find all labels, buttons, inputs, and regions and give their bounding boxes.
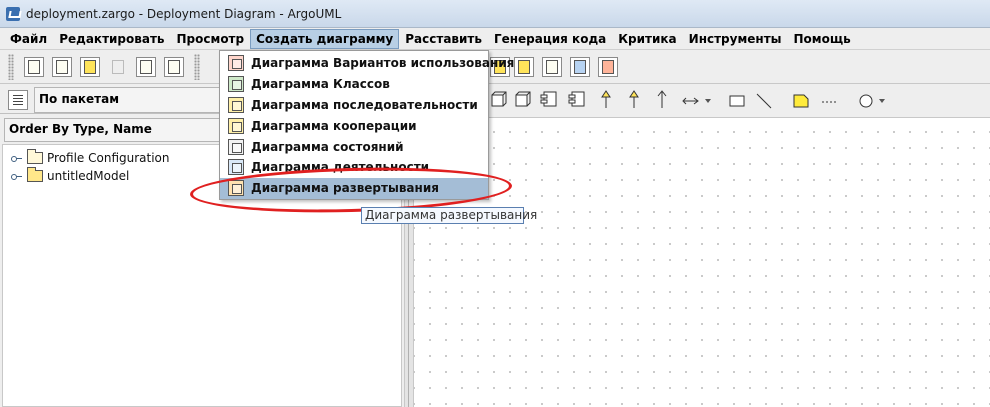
menu-item-usecase-diagram[interactable]: Диаграмма Вариантов использования xyxy=(220,53,514,74)
menu-item-label: Диаграмма последовательности xyxy=(251,97,478,112)
open-project-button[interactable] xyxy=(80,57,100,77)
menu-item-label: Диаграмма состояний xyxy=(251,139,404,154)
new-project-icon xyxy=(28,60,40,74)
diagram-canvas[interactable] xyxy=(414,118,990,407)
component-tool-icon[interactable] xyxy=(540,91,557,107)
toolbar-diagram-button-2[interactable] xyxy=(514,57,534,77)
menu-view[interactable]: Просмотр xyxy=(171,29,251,49)
dependency-tool-icon[interactable] xyxy=(657,90,667,108)
menu-generation[interactable]: Генерация кода xyxy=(488,29,612,49)
open-folder-icon xyxy=(84,60,96,74)
statechart-diagram-icon xyxy=(228,138,244,155)
tooltip: Диаграмма развертывания xyxy=(361,207,537,224)
configure-perspectives-icon[interactable] xyxy=(8,90,28,110)
tree-item-untitled-model[interactable]: untitledModel xyxy=(11,167,130,183)
toolbar-grip[interactable] xyxy=(8,54,14,80)
menu-item-collaboration-diagram[interactable]: Диаграмма кооперации xyxy=(220,115,488,136)
menu-item-statechart-diagram[interactable]: Диаграмма состояний xyxy=(220,136,488,157)
usecase-diagram-icon xyxy=(228,55,244,72)
node-instance-tool-icon[interactable] xyxy=(515,91,531,107)
menu-arrange[interactable]: Расставить xyxy=(399,29,488,49)
tree-item-profile-configuration[interactable]: Profile Configuration xyxy=(11,149,170,165)
toolbar-grip[interactable] xyxy=(194,54,200,80)
statechart-diagram-icon xyxy=(546,60,558,74)
deployment-diagram-icon xyxy=(602,60,614,74)
menu-bar: Файл Редактировать Просмотр Создать диаг… xyxy=(0,28,990,50)
menu-item-label: Диаграмма Классов xyxy=(251,77,390,92)
toolbar-diagram-button-3[interactable] xyxy=(542,57,562,77)
save-icon xyxy=(112,60,124,74)
generalization-tool-icon[interactable] xyxy=(601,90,611,108)
ellipse-tool-icon[interactable] xyxy=(859,94,885,108)
window-title: deployment.zargo - Deployment Diagram - … xyxy=(26,6,342,21)
model-icon xyxy=(27,167,43,182)
class-diagram-icon xyxy=(228,76,244,93)
print-button[interactable] xyxy=(164,57,184,77)
menu-help[interactable]: Помощь xyxy=(788,29,857,49)
rectangle-tool-icon[interactable] xyxy=(729,95,745,107)
print-preview-button[interactable] xyxy=(136,57,156,77)
print-preview-icon xyxy=(140,60,152,74)
tree-expand-icon[interactable] xyxy=(11,172,22,180)
save-project-button[interactable] xyxy=(108,57,128,77)
association-tool-icon[interactable] xyxy=(682,97,711,105)
title-bar: deployment.zargo - Deployment Diagram - … xyxy=(0,0,990,28)
folder-icon xyxy=(27,149,43,164)
toolbar-diagram-button-5[interactable] xyxy=(598,57,618,77)
collaboration-diagram-icon xyxy=(518,60,530,74)
node-tool-icon[interactable] xyxy=(491,91,507,107)
new-from-template-button[interactable] xyxy=(52,57,72,77)
tree-item-label: untitledModel xyxy=(47,169,130,183)
menu-item-sequence-diagram[interactable]: Диаграмма последовательности xyxy=(220,95,488,116)
diagram-toolbar xyxy=(414,84,990,118)
collaboration-diagram-icon xyxy=(228,117,244,134)
note-tool-icon[interactable] xyxy=(793,94,809,108)
activity-diagram-icon xyxy=(574,60,586,74)
print-icon xyxy=(168,60,180,74)
tree-expand-icon[interactable] xyxy=(11,154,22,162)
menu-item-class-diagram[interactable]: Диаграмма Классов xyxy=(220,74,488,95)
toolbar-diagram-button-4[interactable] xyxy=(570,57,590,77)
menu-create-diagram[interactable]: Создать диаграмму xyxy=(250,28,400,49)
menu-file[interactable]: Файл xyxy=(4,29,53,49)
menu-item-label: Диаграмма Вариантов использования xyxy=(251,56,515,71)
diagram-tools xyxy=(491,90,885,109)
menu-edit[interactable]: Редактировать xyxy=(53,29,170,49)
activity-diagram-icon xyxy=(228,159,244,176)
sequence-diagram-icon xyxy=(228,96,244,113)
menu-critique[interactable]: Критика xyxy=(612,29,682,49)
tree-item-label: Profile Configuration xyxy=(47,151,170,165)
argouml-app-icon xyxy=(6,6,20,21)
new-project-button[interactable] xyxy=(24,57,44,77)
line-tool-icon[interactable] xyxy=(756,93,772,109)
menu-tools[interactable]: Инструменты xyxy=(683,29,788,49)
new-template-icon xyxy=(56,60,68,74)
menu-item-label: Диаграмма кооперации xyxy=(251,118,417,133)
realization-tool-icon[interactable] xyxy=(629,90,639,108)
component-instance-tool-icon[interactable] xyxy=(568,91,585,107)
